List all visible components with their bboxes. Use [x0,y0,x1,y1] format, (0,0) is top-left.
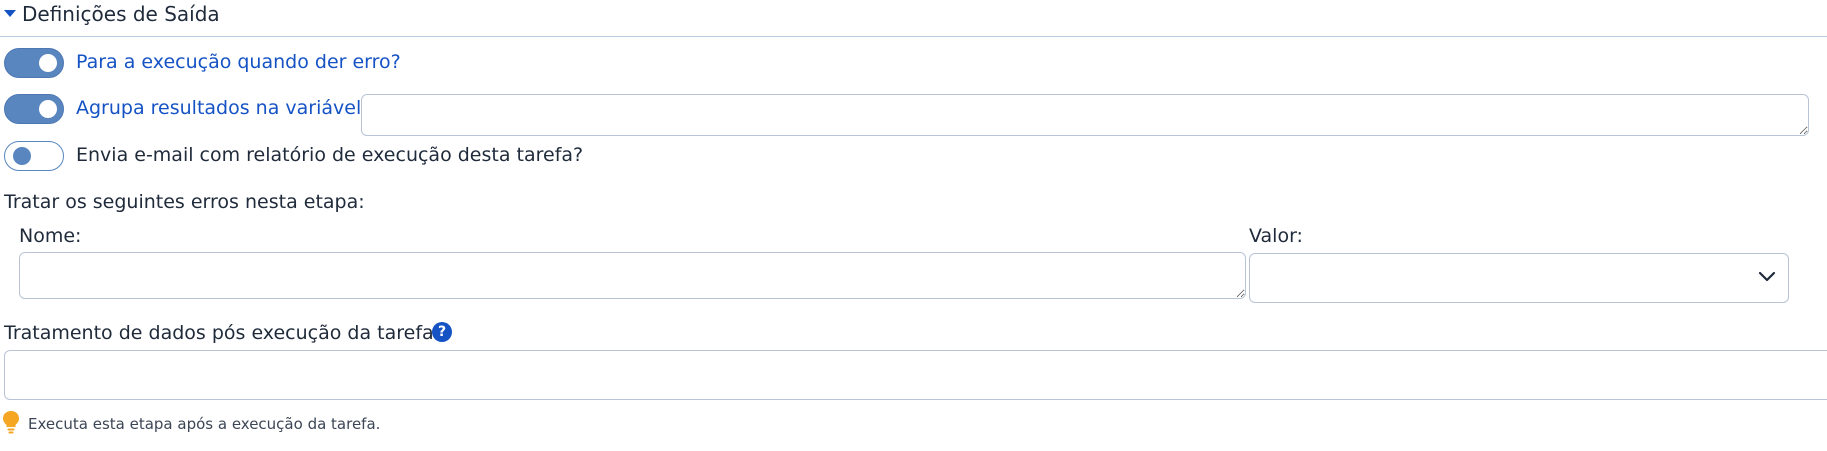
toggle-knob [39,54,57,72]
error-value-select[interactable] [1249,253,1789,303]
send-email-label: Envia e-mail com relatório de execução d… [76,144,584,166]
post-processing-hint: Executa esta etapa após a execução da ta… [28,415,381,433]
lightbulb-icon [3,411,19,434]
post-processing-title: Tratamento de dados pós execução da tare… [4,322,440,344]
toggle-knob [39,100,57,118]
caret-down-icon[interactable] [4,8,16,18]
error-name-input[interactable] [19,252,1246,299]
send-email-toggle[interactable] [4,141,64,171]
section-header[interactable]: Definições de Saída [0,0,1827,37]
section-title: Definições de Saída [22,2,220,26]
errors-section-title: Tratar os seguintes erros nesta etapa: [4,191,365,213]
toggle-knob [13,147,31,165]
error-value-label: Valor: [1249,225,1303,247]
stop-on-error-label: Para a execução quando der erro? [76,51,401,73]
chevron-down-icon [1758,271,1776,282]
output-settings-panel: Definições de Saída Para a execução quan… [0,0,1827,451]
error-name-label: Nome: [19,225,82,247]
group-results-label: Agrupa resultados na variável: [76,97,368,119]
question-circle-icon[interactable]: ? [432,322,452,342]
group-variable-input[interactable] [361,94,1809,136]
group-results-toggle[interactable] [4,94,64,124]
post-processing-input[interactable] [4,350,1827,400]
stop-on-error-toggle[interactable] [4,48,64,78]
